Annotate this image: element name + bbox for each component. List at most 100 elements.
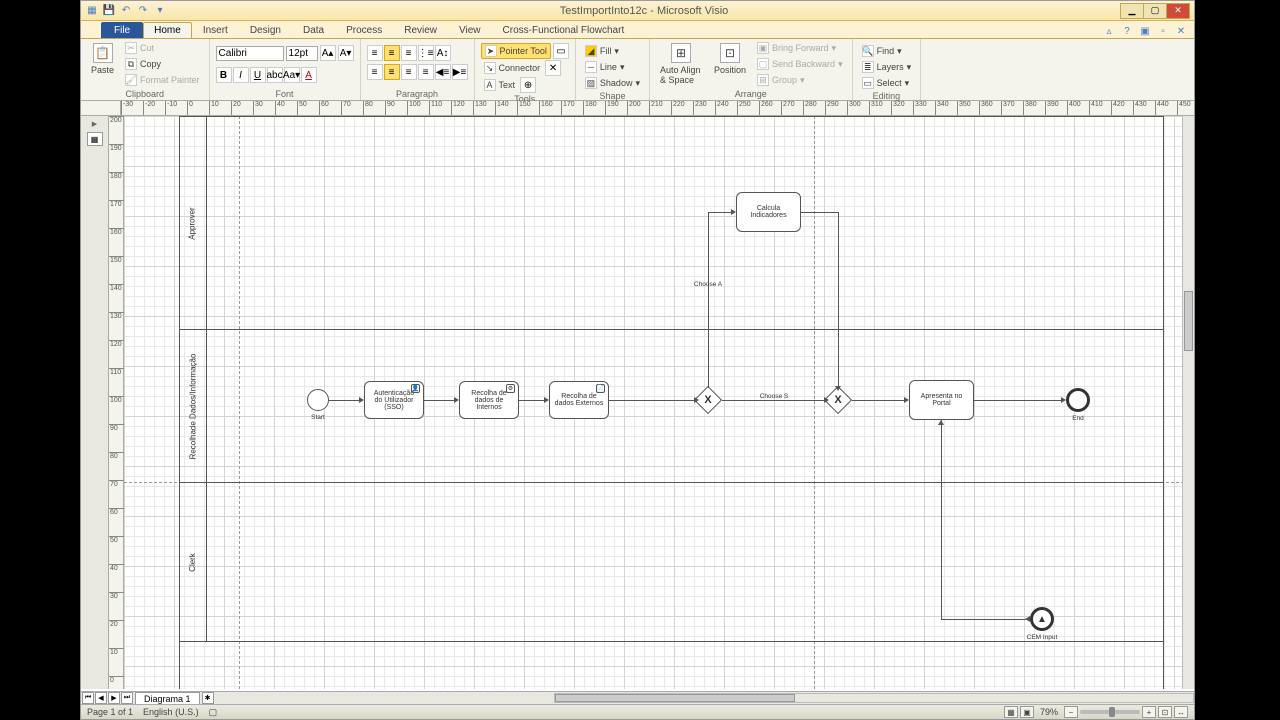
connector[interactable] bbox=[708, 212, 709, 388]
align-right-button[interactable]: ≡ bbox=[401, 64, 417, 80]
page-first-button[interactable]: ⏮ bbox=[82, 692, 94, 704]
find-button[interactable]: 🔍Find ▾ bbox=[859, 44, 905, 58]
connector[interactable] bbox=[519, 400, 544, 401]
page-last-button[interactable]: ⏭ bbox=[121, 692, 133, 704]
font-grow-button[interactable]: A▴ bbox=[320, 45, 336, 61]
connector[interactable] bbox=[974, 400, 1061, 401]
page-prev-button[interactable]: ◀ bbox=[95, 692, 107, 704]
send-backward-button[interactable]: ▢Send Backward ▾ bbox=[754, 57, 846, 71]
task-recolha-externos[interactable]: 📄 Recolha de dados Externos bbox=[549, 381, 609, 419]
shadow-button[interactable]: ▨Shadow ▾ bbox=[582, 76, 643, 90]
shapes-panel-collapsed[interactable]: ▶ ▦ bbox=[81, 116, 109, 689]
group-button[interactable]: ⊞Group ▾ bbox=[754, 73, 846, 87]
tab-view[interactable]: View bbox=[448, 22, 492, 38]
align-left-button[interactable]: ≡ bbox=[367, 64, 383, 80]
case-button[interactable]: Aa▾ bbox=[284, 67, 300, 83]
indent-inc-button[interactable]: ▶≡ bbox=[452, 64, 468, 80]
connector[interactable] bbox=[609, 400, 694, 401]
line-button[interactable]: ─Line ▾ bbox=[582, 60, 628, 74]
drawing-canvas[interactable]: Approver Recolhade Dados/Informação Cler… bbox=[124, 116, 1194, 689]
redo-icon[interactable]: ↷ bbox=[136, 4, 150, 18]
font-name-select[interactable] bbox=[216, 46, 284, 61]
align-top-button[interactable]: ≡ bbox=[367, 45, 383, 61]
connector[interactable] bbox=[941, 420, 942, 619]
auto-align-button[interactable]: ⊞Auto Align & Space bbox=[656, 41, 706, 87]
copy-button[interactable]: ⧉Copy bbox=[122, 57, 203, 71]
window-close-doc-icon[interactable]: ✕ bbox=[1174, 24, 1188, 38]
swimlane-pool[interactable]: Approver Recolhade Dados/Informação Cler… bbox=[179, 116, 1164, 689]
view-full-button[interactable]: ▦ bbox=[1004, 706, 1018, 718]
page-tab[interactable]: Diagrama 1 bbox=[135, 692, 200, 705]
cut-button[interactable]: ✂Cut bbox=[122, 41, 203, 55]
indent-dec-button[interactable]: ◀≡ bbox=[435, 64, 451, 80]
connector[interactable] bbox=[941, 619, 1026, 620]
zoom-fit-button[interactable]: ⊡ bbox=[1158, 706, 1172, 718]
vertical-scrollbar[interactable] bbox=[1182, 116, 1194, 689]
horizontal-scrollbar-thumb[interactable] bbox=[555, 694, 795, 702]
minimize-ribbon-icon[interactable]: ▵ bbox=[1102, 24, 1116, 38]
insert-page-button[interactable]: ✱ bbox=[202, 692, 214, 704]
window-arrange-icon[interactable]: ▣ bbox=[1138, 24, 1152, 38]
tab-home[interactable]: Home bbox=[143, 22, 192, 38]
stencil-icon[interactable]: ▦ bbox=[87, 132, 103, 146]
tab-process[interactable]: Process bbox=[335, 22, 393, 38]
task-calcula[interactable]: Calcula Indicadores bbox=[736, 192, 801, 232]
status-language[interactable]: English (U.S.) bbox=[143, 707, 199, 717]
format-painter-button[interactable]: 🖌Format Painter bbox=[122, 73, 203, 87]
lane-header-recolha[interactable]: Recolhade Dados/Informação bbox=[179, 330, 207, 482]
minimize-button[interactable]: ▁ bbox=[1120, 3, 1144, 19]
font-size-select[interactable] bbox=[286, 46, 318, 61]
connector[interactable] bbox=[722, 400, 824, 401]
window-restore-icon[interactable]: ▫ bbox=[1156, 24, 1170, 38]
font-shrink-button[interactable]: A▾ bbox=[338, 45, 354, 61]
bring-forward-button[interactable]: ▣Bring Forward ▾ bbox=[754, 41, 846, 55]
connector[interactable] bbox=[801, 212, 839, 213]
paste-button[interactable]: 📋 Paste bbox=[87, 41, 118, 77]
tab-file[interactable]: File bbox=[101, 22, 143, 38]
italic-button[interactable]: I bbox=[233, 67, 249, 83]
pointer-tool-button[interactable]: ➤Pointer Tool bbox=[481, 43, 551, 59]
connector[interactable] bbox=[852, 400, 904, 401]
zoom-out-button[interactable]: − bbox=[1064, 706, 1078, 718]
delete-tool-button[interactable]: ✕ bbox=[545, 60, 561, 76]
macro-record-icon[interactable]: ▢ bbox=[209, 707, 218, 718]
strike-button[interactable]: abc bbox=[267, 67, 283, 83]
bullets-button[interactable]: ⋮≡ bbox=[418, 45, 434, 61]
tab-design[interactable]: Design bbox=[239, 22, 292, 38]
switch-windows-button[interactable]: ↔ bbox=[1174, 706, 1188, 718]
connector-tool-button[interactable]: ↘Connector bbox=[481, 60, 544, 76]
fill-button[interactable]: ◢Fill ▾ bbox=[582, 44, 622, 58]
tab-cross-functional[interactable]: Cross-Functional Flowchart bbox=[492, 22, 636, 38]
align-justify-button[interactable]: ≡ bbox=[418, 64, 434, 80]
underline-button[interactable]: U bbox=[250, 67, 266, 83]
end-event[interactable] bbox=[1066, 388, 1090, 412]
undo-icon[interactable]: ↶ bbox=[119, 4, 133, 18]
message-event[interactable] bbox=[1030, 607, 1054, 631]
save-icon[interactable]: 💾 bbox=[102, 4, 116, 18]
canvas-viewport[interactable]: Approver Recolhade Dados/Informação Cler… bbox=[124, 116, 1194, 689]
help-icon[interactable]: ? bbox=[1120, 24, 1134, 38]
tab-insert[interactable]: Insert bbox=[192, 22, 239, 38]
zoom-level[interactable]: 79% bbox=[1040, 707, 1058, 717]
align-center-button[interactable]: ≡ bbox=[384, 64, 400, 80]
tab-data[interactable]: Data bbox=[292, 22, 335, 38]
view-normal-button[interactable]: ▣ bbox=[1020, 706, 1034, 718]
align-bottom-button[interactable]: ≡ bbox=[401, 45, 417, 61]
close-button[interactable]: ✕ bbox=[1166, 3, 1190, 19]
start-event[interactable] bbox=[307, 389, 329, 411]
connector[interactable] bbox=[424, 400, 454, 401]
horizontal-scrollbar[interactable] bbox=[554, 693, 1194, 703]
task-apresenta[interactable]: Apresenta no Portal bbox=[909, 380, 974, 420]
page-next-button[interactable]: ▶ bbox=[108, 692, 120, 704]
maximize-button[interactable]: ▢ bbox=[1143, 3, 1167, 19]
zoom-slider[interactable] bbox=[1080, 710, 1140, 714]
position-button[interactable]: ⊡Position bbox=[710, 41, 750, 77]
connector[interactable] bbox=[329, 400, 359, 401]
font-color-button[interactable]: A bbox=[301, 67, 317, 83]
task-recolha-internos[interactable]: ⚙ Recolha de dados de Internos bbox=[459, 381, 519, 419]
rectangle-tool-button[interactable]: ▭ bbox=[553, 43, 569, 59]
layers-button[interactable]: ≣Layers ▾ bbox=[859, 60, 915, 74]
vertical-scrollbar-thumb[interactable] bbox=[1184, 291, 1193, 351]
connector[interactable] bbox=[838, 212, 839, 386]
zoom-in-button[interactable]: + bbox=[1142, 706, 1156, 718]
